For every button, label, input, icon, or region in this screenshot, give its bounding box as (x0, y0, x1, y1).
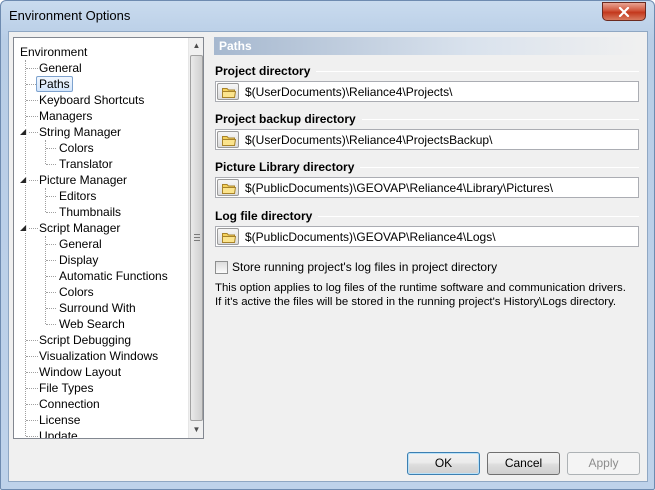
tree-guide-line (46, 276, 56, 277)
scroll-down-icon[interactable]: ▼ (189, 422, 204, 438)
tree-item[interactable]: Translator (59, 156, 113, 172)
section-label: Project backup directory (215, 112, 356, 126)
grip-line (194, 237, 200, 238)
grip-line (194, 240, 200, 241)
section-divider (361, 119, 639, 120)
tree-guide-line (26, 340, 38, 341)
section-label: Log file directory (215, 209, 313, 223)
browse-folder-button[interactable] (217, 131, 239, 148)
path-field[interactable]: $(UserDocuments)\Reliance4\ProjectsBacku… (215, 129, 639, 150)
tree-guide-line (26, 68, 38, 69)
dialog-client-area: Environment General Paths Keyboard Shortcut… (8, 31, 648, 482)
path-value[interactable]: $(UserDocuments)\Reliance4\Projects\ (245, 85, 452, 99)
collapse-triangle-icon[interactable]: ◢ (20, 127, 29, 136)
tree-guide-line (26, 404, 38, 405)
pane-title: Paths (214, 37, 640, 55)
tree-item[interactable]: String Manager (39, 124, 121, 140)
tree-item[interactable]: Environment (20, 44, 87, 60)
tree-item[interactable]: Picture Manager (39, 172, 127, 188)
section-label: Project directory (215, 64, 311, 78)
collapse-triangle-icon[interactable]: ◢ (20, 223, 29, 232)
tree-item[interactable]: Visualization Windows (39, 348, 158, 364)
tree-item[interactable]: Window Layout (39, 364, 121, 380)
tree-item[interactable]: Script Debugging (39, 332, 131, 348)
tree-item[interactable]: Update (39, 428, 78, 438)
tree-guide-line (46, 196, 56, 197)
tree-item[interactable]: Paths (36, 76, 73, 92)
tree-item[interactable]: Thumbnails (59, 204, 121, 220)
tree-item[interactable]: Web Search (59, 316, 125, 332)
scroll-thumb[interactable] (190, 55, 203, 421)
tree-guide-line (46, 292, 56, 293)
section-divider (360, 167, 639, 168)
tree-item[interactable]: Connection (39, 396, 100, 412)
tree-guide-line (26, 116, 38, 117)
tree-guide-line (46, 324, 56, 325)
folder-icon (222, 88, 236, 98)
tree-guide-line (26, 372, 38, 373)
tree-item[interactable]: General (39, 60, 82, 76)
browse-folder-button[interactable] (217, 83, 239, 100)
browse-folder-button[interactable] (217, 179, 239, 196)
section-divider (316, 71, 639, 72)
tree-guide-line (45, 140, 46, 164)
store-logs-checkbox[interactable] (215, 261, 228, 274)
collapse-triangle-icon[interactable]: ◢ (20, 175, 29, 184)
path-value[interactable]: $(UserDocuments)\Reliance4\ProjectsBacku… (245, 133, 492, 147)
tree-item[interactable]: Colors (59, 140, 94, 156)
tree-guide-line (46, 244, 56, 245)
folder-icon (222, 136, 236, 146)
tree-guide-line (45, 236, 46, 324)
store-logs-checkbox-label: Store running project's log files in pro… (232, 260, 498, 274)
folder-icon (222, 233, 236, 243)
tree-item[interactable]: Script Manager (39, 220, 120, 236)
section-divider (318, 216, 639, 217)
tree-item[interactable]: Colors (59, 284, 94, 300)
tree-guide-line (46, 308, 56, 309)
tree-item[interactable]: Display (59, 252, 98, 268)
options-tree[interactable]: Environment General Paths Keyboard Shortcut… (13, 37, 204, 439)
tree-guide-line (46, 164, 56, 165)
tree-item[interactable]: Surround With (59, 300, 136, 316)
tree-guide-line (26, 436, 38, 437)
path-field[interactable]: $(UserDocuments)\Reliance4\Projects\ (215, 81, 639, 102)
path-field[interactable]: $(PublicDocuments)\GEOVAP\Reliance4\Libr… (215, 177, 639, 198)
tree-guide-line (26, 100, 38, 101)
tree-item[interactable]: Keyboard Shortcuts (39, 92, 144, 108)
tree-item[interactable]: License (39, 412, 80, 428)
tree-guide-line (26, 388, 38, 389)
ok-button[interactable]: OK (407, 452, 480, 475)
tree-item[interactable]: Managers (39, 108, 92, 124)
grip-line (194, 234, 200, 235)
window-title: Environment Options (9, 8, 131, 23)
environment-options-window: Environment Options Environment General Pa… (0, 0, 655, 490)
path-field[interactable]: $(PublicDocuments)\GEOVAP\Reliance4\Logs… (215, 226, 639, 247)
tree-guide-line (26, 420, 38, 421)
tree-item[interactable]: Automatic Functions (59, 268, 168, 284)
apply-button[interactable]: Apply (567, 452, 640, 475)
close-button[interactable] (602, 2, 646, 21)
tree-guide-line (26, 356, 38, 357)
folder-icon (222, 184, 236, 194)
log-option-info: This option applies to log files of the … (215, 282, 626, 308)
tree-guide-line (46, 148, 56, 149)
scroll-up-icon[interactable]: ▲ (189, 38, 204, 54)
tree-item[interactable]: File Types (39, 380, 93, 396)
title-bar: Environment Options (1, 1, 654, 31)
section-label: Picture Library directory (215, 160, 355, 174)
tree-guide-line (45, 188, 46, 212)
tree-guide-line (46, 260, 56, 261)
path-value[interactable]: $(PublicDocuments)\GEOVAP\Reliance4\Logs… (245, 230, 496, 244)
path-value[interactable]: $(PublicDocuments)\GEOVAP\Reliance4\Libr… (245, 181, 553, 195)
tree-scrollbar[interactable]: ▲ ▼ (188, 38, 203, 438)
close-icon (618, 6, 630, 17)
tree-item[interactable]: General (59, 236, 102, 252)
tree-items: Environment General Paths Keyboard Shortcut… (14, 38, 188, 438)
tree-guide-line (46, 212, 56, 213)
tree-item[interactable]: Editors (59, 188, 96, 204)
browse-folder-button[interactable] (217, 228, 239, 245)
cancel-button[interactable]: Cancel (487, 452, 560, 475)
